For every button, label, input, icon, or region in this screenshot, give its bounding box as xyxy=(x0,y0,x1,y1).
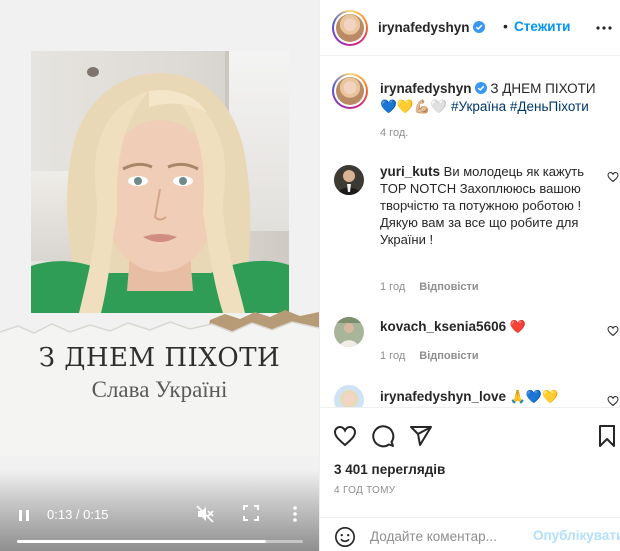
heart-icon[interactable] xyxy=(607,395,619,407)
comment-username[interactable]: yuri_kuts xyxy=(380,164,440,179)
comment-username[interactable]: irynafedyshyn_love xyxy=(380,389,506,404)
more-vert-icon[interactable] xyxy=(285,504,305,524)
woman-portrait xyxy=(31,73,289,313)
comment-icon[interactable] xyxy=(371,424,395,448)
heart-icon[interactable] xyxy=(333,424,357,448)
heart-icon[interactable] xyxy=(607,325,619,337)
separator-dot: • xyxy=(503,18,508,34)
fullscreen-icon[interactable] xyxy=(242,504,260,522)
comment-time: 1 год xyxy=(380,350,406,362)
publish-button[interactable]: Опублікувати xyxy=(533,528,620,543)
commenter-avatar[interactable] xyxy=(334,317,364,347)
bookmark-icon[interactable] xyxy=(595,424,619,448)
share-icon[interactable] xyxy=(409,424,433,448)
author-username: irynafedyshyn xyxy=(378,20,470,35)
caption-username[interactable]: irynafedyshyn xyxy=(380,81,472,96)
comment-text: irynafedyshyn_love 🙏💙💛 xyxy=(380,388,594,405)
post-actions: 3 401 переглядів 4 ГОД ТОМУ Опублікувати xyxy=(320,407,620,551)
caption-hashtags[interactable]: #Україна #ДеньПіхоти xyxy=(451,99,589,114)
verified-icon xyxy=(474,82,487,94)
mute-icon[interactable] xyxy=(195,504,215,524)
author-avatar[interactable] xyxy=(332,10,368,46)
comment-username[interactable]: kovach_ksenia5606 xyxy=(380,319,506,334)
caption-avatar[interactable] xyxy=(332,73,368,109)
emoji-icon[interactable] xyxy=(334,526,356,548)
comment-meta: 1 год Відповісти xyxy=(380,350,479,362)
commenter-avatar[interactable] xyxy=(334,385,364,407)
reply-button[interactable]: Відповісти xyxy=(419,281,478,293)
verified-icon xyxy=(472,21,485,33)
reply-button[interactable]: Відповісти xyxy=(419,350,478,362)
comment-body: 🙏💙💛 xyxy=(509,389,559,404)
comments-list[interactable]: irynafedyshyn З ДНЕМ ПІХОТИ 💙💛💪🏼🤍 #Украї… xyxy=(320,57,620,407)
video-time: 0:13 / 0:15 xyxy=(47,507,109,522)
follow-button[interactable]: Стежити xyxy=(514,19,570,34)
comment-meta: 1 год Відповісти xyxy=(380,281,479,293)
pause-icon[interactable] xyxy=(15,506,33,524)
video-progress-fill xyxy=(17,540,266,543)
caption-time: 4 год. xyxy=(380,127,409,139)
post-time[interactable]: 4 ГОД ТОМУ xyxy=(334,485,395,496)
comment-time: 1 год xyxy=(380,281,406,293)
view-count[interactable]: 3 401 переглядів xyxy=(334,462,445,477)
comment-text: yuri_kuts Ви молодець як кажуть TOP NOTC… xyxy=(380,163,594,248)
more-horiz-icon[interactable] xyxy=(595,20,613,36)
author-username-link[interactable]: irynafedyshyn xyxy=(378,19,485,37)
commenter-avatar[interactable] xyxy=(334,165,364,195)
comment-body: ❤️ xyxy=(509,319,526,334)
heart-icon[interactable] xyxy=(607,171,619,183)
video-progress-bar[interactable] xyxy=(17,540,303,543)
comment-text: kovach_ksenia5606 ❤️ xyxy=(380,318,594,335)
video-player[interactable]: З ДНЕМ ПІХОТИ Слава Україні 0:13 / 0:15 xyxy=(0,0,319,551)
post-caption: irynafedyshyn З ДНЕМ ПІХОТИ 💙💛💪🏼🤍 #Украї… xyxy=(380,80,612,116)
post-header: irynafedyshyn • Стежити xyxy=(320,0,620,56)
video-overlay-title: З ДНЕМ ПІХОТИ xyxy=(38,343,281,373)
video-controls: 0:13 / 0:15 xyxy=(0,498,319,530)
video-overlay-subtitle: Слава Україні xyxy=(91,377,228,402)
post-details: irynafedyshyn • Стежити irynafedyshyn З … xyxy=(320,0,620,551)
video-frame xyxy=(31,51,289,313)
comment-input[interactable] xyxy=(370,526,520,546)
comment-composer: Опублікувати xyxy=(320,517,620,551)
